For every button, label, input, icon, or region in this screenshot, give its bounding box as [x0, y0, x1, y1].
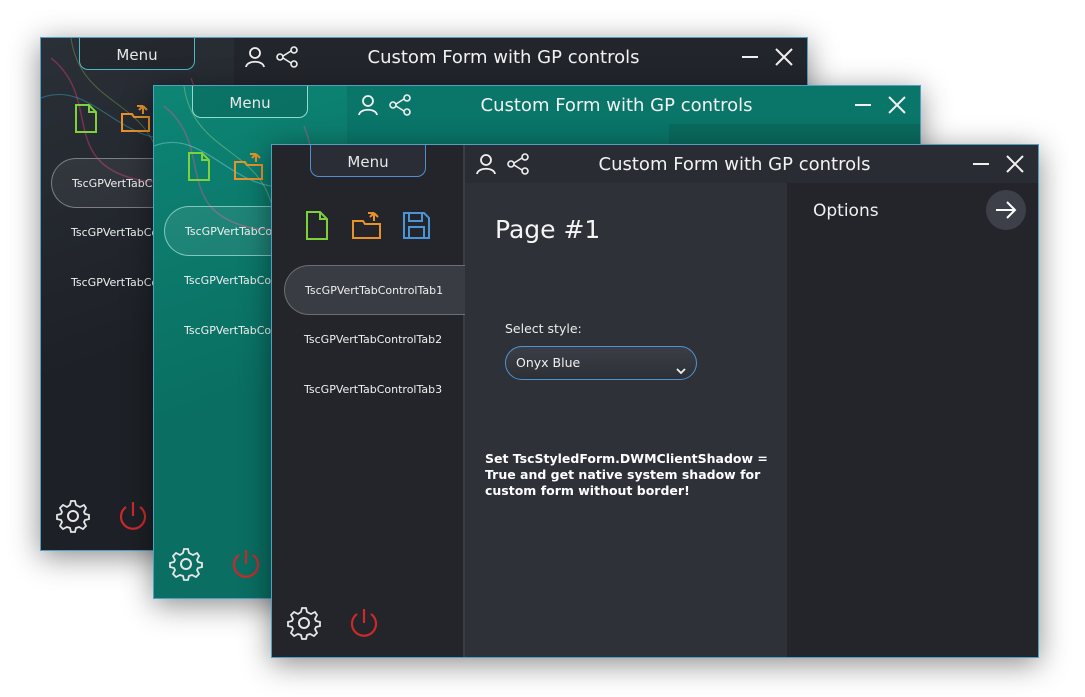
user-icon[interactable] — [357, 94, 379, 116]
info-note: Set TscStyledForm.DWMClientShadow = True… — [485, 451, 768, 498]
share-icon[interactable] — [389, 94, 411, 116]
front-window: Menu TscGPVertTabControlTab1 TscGPVertTa… — [271, 144, 1039, 658]
window-title: Custom Form with GP controls — [480, 94, 753, 116]
tab-2[interactable]: TscGPVertTabControlTab2 — [284, 315, 469, 365]
options-panel: Options — [787, 183, 1038, 657]
chevron-down-icon — [675, 357, 687, 375]
minimize-icon[interactable] — [852, 94, 874, 116]
new-file-icon[interactable] — [69, 102, 102, 135]
sidebar: Menu TscGPVertTabControlTab1 TscGPVertTa… — [272, 145, 469, 657]
save-icon[interactable] — [400, 209, 433, 242]
menu-button[interactable]: Menu — [79, 38, 195, 70]
arrow-right-icon[interactable] — [986, 190, 1026, 230]
menu-button[interactable]: Menu — [192, 86, 308, 118]
vertical-tab-list: TscGPVertTabControlTab1 TscGPVertTabCont… — [284, 265, 469, 415]
power-icon[interactable] — [115, 498, 151, 534]
sidebar-footer — [55, 498, 151, 534]
title-bar: Custom Form with GP controls — [347, 86, 920, 124]
gear-icon[interactable] — [168, 546, 204, 582]
close-icon[interactable] — [773, 46, 795, 68]
open-folder-icon[interactable] — [350, 209, 383, 242]
window-title: Custom Form with GP controls — [598, 153, 871, 175]
page-title: Page #1 — [495, 215, 601, 244]
share-icon[interactable] — [507, 153, 529, 175]
menu-button[interactable]: Menu — [310, 145, 426, 177]
file-toolbar — [300, 209, 433, 242]
open-folder-icon[interactable] — [232, 150, 265, 183]
sidebar-footer — [286, 605, 382, 641]
title-bar: Custom Form with GP controls — [234, 38, 807, 76]
style-label: Select style: — [505, 321, 582, 336]
style-select-value: Onyx Blue — [516, 355, 581, 370]
gear-icon[interactable] — [55, 498, 91, 534]
tab-3[interactable]: TscGPVertTabControlTab3 — [284, 365, 469, 415]
close-icon[interactable] — [1004, 153, 1026, 175]
options-label: Options — [813, 201, 879, 221]
new-file-icon[interactable] — [182, 150, 215, 183]
file-toolbar — [182, 150, 265, 183]
tab-1[interactable]: TscGPVertTabControlTab1 — [284, 265, 469, 315]
share-icon[interactable] — [276, 46, 298, 68]
file-toolbar — [69, 102, 152, 135]
user-icon[interactable] — [244, 46, 266, 68]
new-file-icon[interactable] — [300, 209, 333, 242]
user-icon[interactable] — [475, 153, 497, 175]
page-content: Page #1 Select style: Onyx Blue Set TscS… — [465, 183, 787, 657]
title-bar: Custom Form with GP controls — [465, 145, 1038, 183]
sidebar-footer — [168, 546, 264, 582]
close-icon[interactable] — [886, 94, 908, 116]
minimize-icon[interactable] — [739, 46, 761, 68]
minimize-icon[interactable] — [970, 153, 992, 175]
power-icon[interactable] — [228, 546, 264, 582]
style-select[interactable]: Onyx Blue — [505, 346, 697, 380]
window-title: Custom Form with GP controls — [367, 46, 640, 68]
gear-icon[interactable] — [286, 605, 322, 641]
power-icon[interactable] — [346, 605, 382, 641]
open-folder-icon[interactable] — [119, 102, 152, 135]
